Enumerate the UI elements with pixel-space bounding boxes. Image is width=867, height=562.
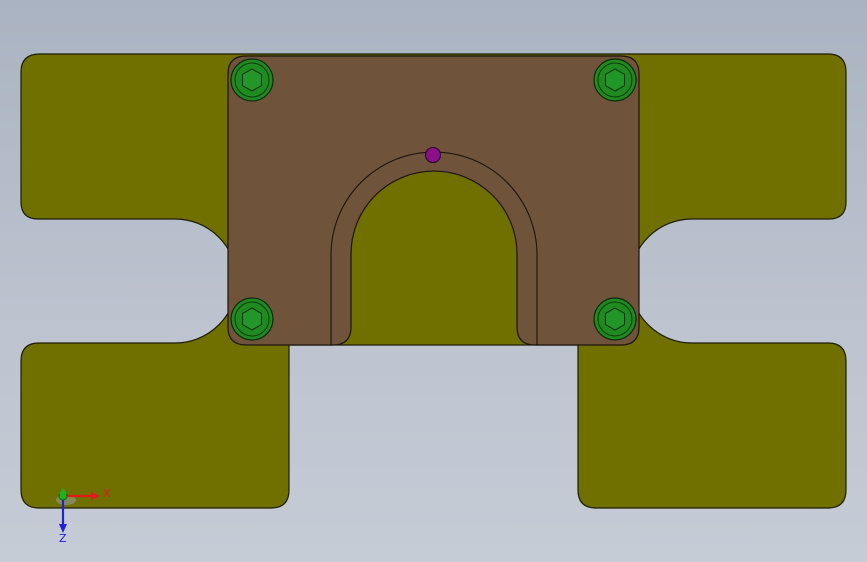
hex-socket-screw-icon (242, 68, 262, 92)
screw-bottom-right[interactable] (593, 297, 637, 341)
hex-socket-screw-icon (242, 307, 262, 331)
z-axis-label: Z (59, 532, 67, 545)
hex-socket-screw-icon (605, 68, 625, 92)
coordinate-triad: X Z (56, 487, 111, 545)
center-pin[interactable] (424, 146, 442, 164)
hex-socket-screw-icon (605, 307, 625, 331)
screw-top-right[interactable] (593, 58, 637, 102)
screw-top-left[interactable] (230, 58, 274, 102)
screw-bottom-left[interactable] (230, 297, 274, 341)
graphics-viewport[interactable]: X Z (0, 0, 867, 562)
x-axis-label: X (103, 487, 111, 500)
dowel-pin-icon (424, 146, 442, 164)
